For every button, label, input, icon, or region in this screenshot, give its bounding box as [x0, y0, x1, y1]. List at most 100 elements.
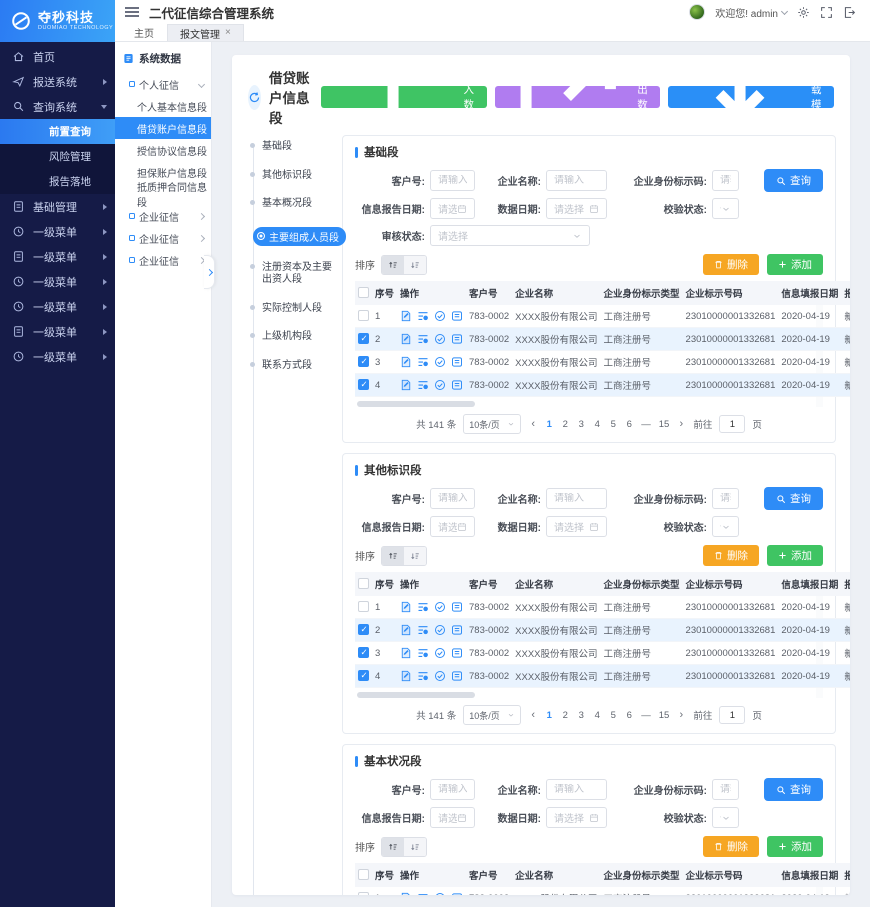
report-date-picker[interactable]: 请选择	[430, 198, 475, 219]
page-size-select[interactable]: 10条/页	[463, 705, 521, 725]
detail-icon[interactable]	[451, 892, 463, 895]
approve-icon[interactable]	[434, 379, 446, 391]
verify-status-select[interactable]: 请选择	[712, 198, 739, 219]
sidebar-item[interactable]: 报告落地	[0, 169, 115, 194]
sidebar-item[interactable]: 一级菜单	[0, 269, 115, 294]
approve-icon[interactable]	[434, 647, 446, 659]
row-checkbox[interactable]	[358, 356, 369, 367]
enterprise-id-input[interactable]	[712, 488, 739, 509]
tree-item[interactable]: 个人征信	[115, 73, 211, 95]
customer-no-input[interactable]	[430, 488, 475, 509]
detail-icon[interactable]	[451, 647, 463, 659]
anchor-item[interactable]: 其他标识段	[250, 170, 332, 183]
tree-item[interactable]: 授信协议信息段	[115, 139, 211, 161]
report-date-picker[interactable]: 请选择	[430, 516, 475, 537]
detail-icon[interactable]	[451, 670, 463, 682]
page-number[interactable]: 3	[577, 710, 585, 721]
view-icon[interactable]	[417, 892, 429, 895]
anchor-item[interactable]: 基本概况段	[250, 198, 332, 211]
sort-desc-button[interactable]	[404, 256, 426, 274]
prev-page-icon[interactable]	[528, 418, 538, 430]
goto-page-input[interactable]	[719, 706, 745, 724]
import-data-button[interactable]: 导入数据	[321, 86, 487, 108]
data-date-picker[interactable]: 请选择	[546, 516, 607, 537]
data-date-picker[interactable]: 请选择	[546, 198, 607, 219]
detail-icon[interactable]	[451, 310, 463, 322]
approve-icon[interactable]	[434, 892, 446, 895]
anchor-item[interactable]: 实际控制人段	[250, 303, 332, 316]
close-icon[interactable]	[225, 28, 231, 38]
edit-icon[interactable]	[400, 601, 412, 613]
select-all-checkbox[interactable]	[358, 287, 369, 298]
horizontal-scrollbar[interactable]	[357, 401, 475, 407]
page-number[interactable]: 2	[561, 710, 569, 721]
settings-gear-icon[interactable]	[797, 6, 810, 19]
next-page-icon[interactable]	[676, 418, 686, 430]
page-size-select[interactable]: 10条/页	[463, 414, 521, 434]
detail-icon[interactable]	[451, 624, 463, 636]
anchor-item[interactable]: 注册资本及主要出资人段	[250, 262, 332, 287]
row-checkbox[interactable]	[358, 624, 369, 635]
download-template-button[interactable]: 下载模板	[668, 86, 834, 108]
approve-icon[interactable]	[434, 333, 446, 345]
anchor-item[interactable]: 上级机构段	[250, 331, 332, 344]
sidebar-item[interactable]: 一级菜单	[0, 294, 115, 319]
row-checkbox[interactable]	[358, 379, 369, 390]
view-icon[interactable]	[417, 356, 429, 368]
add-button[interactable]: 添加	[767, 254, 823, 275]
sort-asc-button[interactable]	[382, 256, 404, 274]
prev-page-icon[interactable]	[528, 709, 538, 721]
page-number[interactable]: —	[641, 419, 651, 430]
page-number[interactable]: 6	[625, 419, 633, 430]
row-checkbox[interactable]	[358, 647, 369, 658]
view-icon[interactable]	[417, 310, 429, 322]
sort-desc-button[interactable]	[404, 838, 426, 856]
avatar[interactable]	[689, 4, 705, 20]
page-number[interactable]: 3	[577, 419, 585, 430]
search-button[interactable]: 查询	[764, 169, 823, 192]
page-number[interactable]: 15	[659, 419, 670, 430]
enterprise-id-input[interactable]	[712, 779, 739, 800]
detail-icon[interactable]	[451, 333, 463, 345]
page-number[interactable]: 5	[609, 710, 617, 721]
view-icon[interactable]	[417, 647, 429, 659]
tree-item[interactable]: 个人基本信息段	[115, 95, 211, 117]
report-date-picker[interactable]: 请选择	[430, 807, 475, 828]
goto-page-input[interactable]	[719, 415, 745, 433]
sidebar-item[interactable]: 报送系统	[0, 69, 115, 94]
row-checkbox[interactable]	[358, 670, 369, 681]
approve-icon[interactable]	[434, 670, 446, 682]
enterprise-id-input[interactable]	[712, 170, 739, 191]
approve-icon[interactable]	[434, 310, 446, 322]
anchor-item[interactable]: 基础段	[250, 141, 332, 154]
view-icon[interactable]	[417, 601, 429, 613]
row-checkbox[interactable]	[358, 333, 369, 344]
approve-icon[interactable]	[434, 601, 446, 613]
row-checkbox[interactable]	[358, 601, 369, 612]
page-number[interactable]: 15	[659, 710, 670, 721]
sidebar-item[interactable]: 前置查询	[0, 119, 115, 144]
add-button[interactable]: 添加	[767, 836, 823, 857]
row-checkbox[interactable]	[358, 310, 369, 321]
page-number[interactable]: 2	[561, 419, 569, 430]
tree-root[interactable]: 系统数据	[115, 46, 211, 73]
delete-button[interactable]: 删除	[703, 836, 759, 857]
detail-icon[interactable]	[451, 379, 463, 391]
customer-no-input[interactable]	[430, 779, 475, 800]
anchor-item[interactable]: 联系方式段	[250, 360, 332, 373]
sidebar-item[interactable]: 一级菜单	[0, 344, 115, 369]
edit-icon[interactable]	[400, 670, 412, 682]
row-checkbox[interactable]	[358, 892, 369, 895]
sort-asc-button[interactable]	[382, 547, 404, 565]
select-all-checkbox[interactable]	[358, 869, 369, 880]
sidebar-item[interactable]: 一级菜单	[0, 219, 115, 244]
hamburger-menu-icon[interactable]	[125, 7, 139, 17]
sidebar-item[interactable]: 风险管理	[0, 144, 115, 169]
detail-icon[interactable]	[451, 601, 463, 613]
company-name-input[interactable]	[546, 488, 607, 509]
page-number[interactable]: 4	[593, 419, 601, 430]
edit-icon[interactable]	[400, 379, 412, 391]
tree-item[interactable]: 企业征信	[115, 249, 211, 271]
sort-desc-button[interactable]	[404, 547, 426, 565]
view-icon[interactable]	[417, 624, 429, 636]
